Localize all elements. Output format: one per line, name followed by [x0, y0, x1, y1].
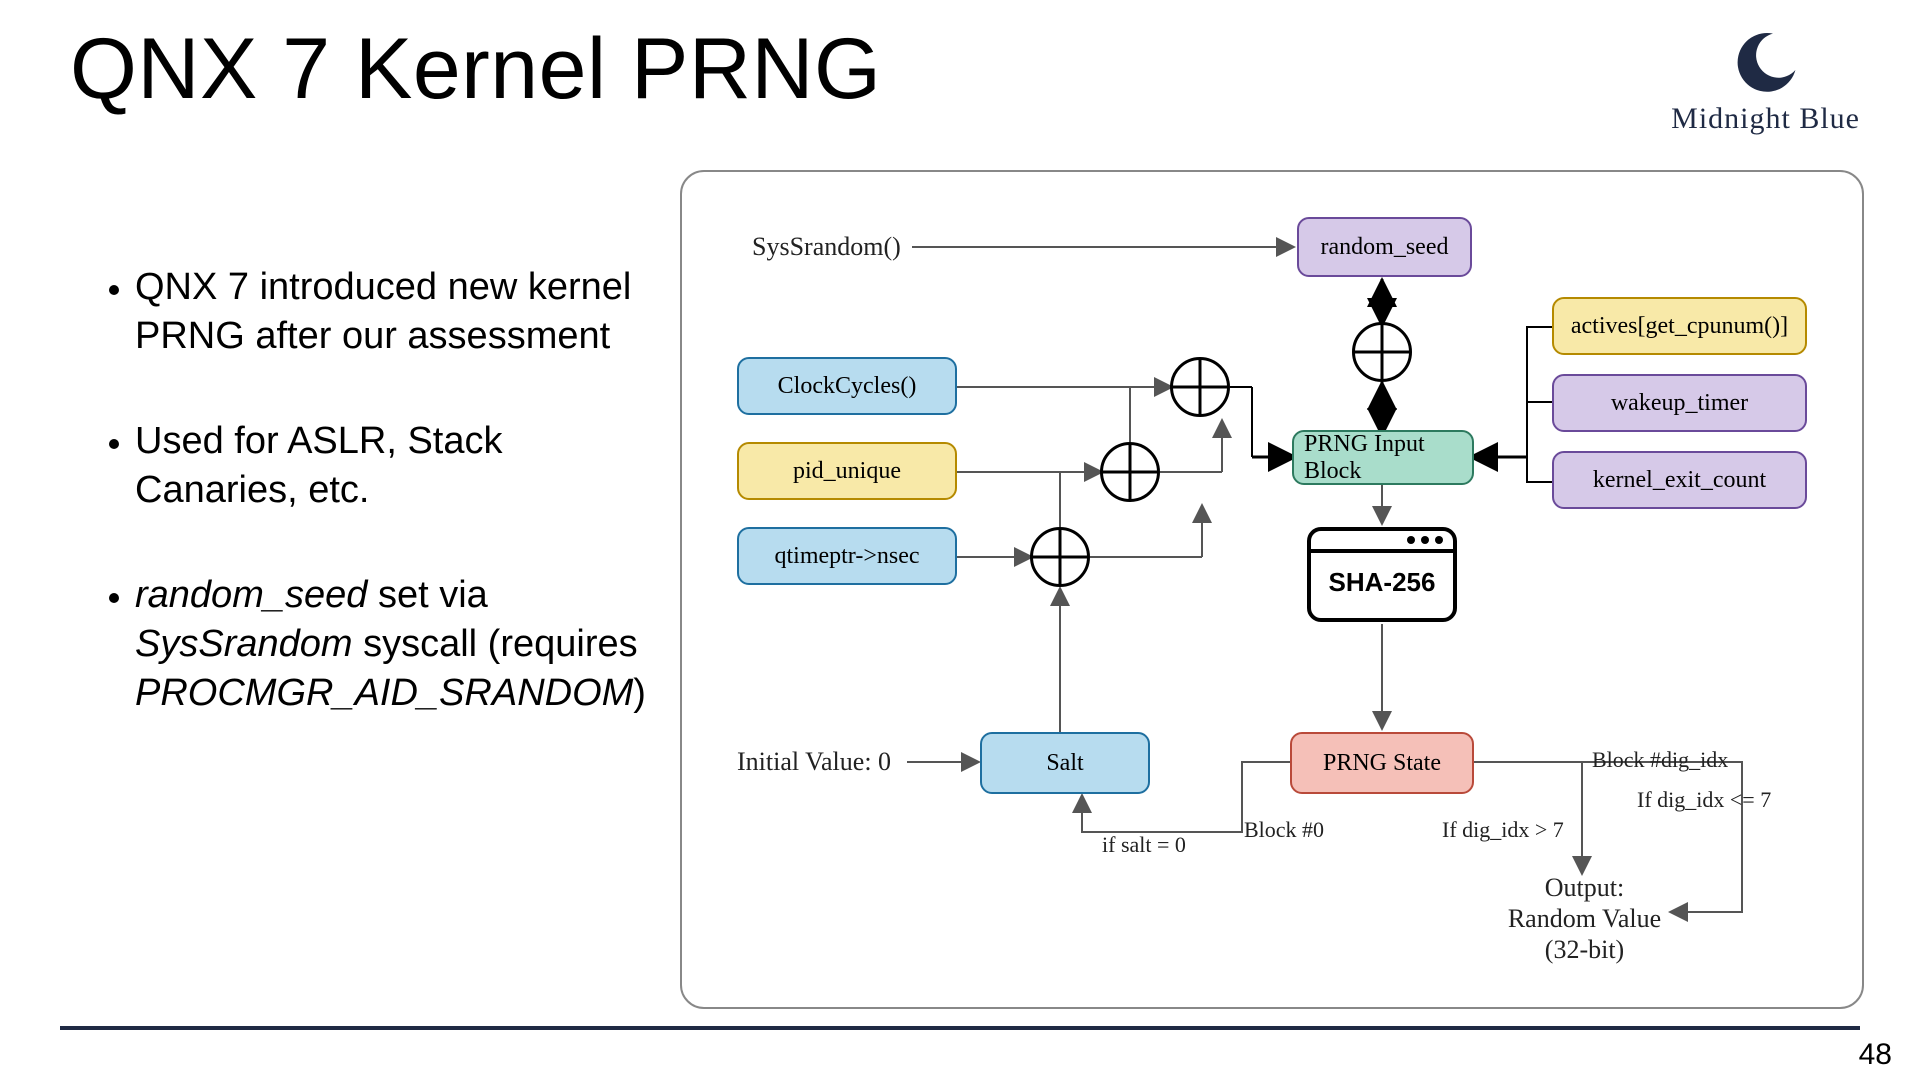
clockcycles-box: ClockCycles(): [737, 357, 957, 415]
moon-icon: [1731, 28, 1801, 98]
prng-state-box: PRNG State: [1290, 732, 1474, 794]
page-number: 48: [1859, 1038, 1892, 1072]
xor-1: [1170, 357, 1230, 417]
bullet-1: QNX 7 introduced new kernel PRNG after o…: [135, 263, 655, 362]
random-seed-box: random_seed: [1297, 217, 1472, 277]
xor-top: [1352, 322, 1412, 382]
pid-unique-box: pid_unique: [737, 442, 957, 500]
bullet-list: QNX 7 introduced new kernel PRNG after o…: [95, 263, 655, 774]
slide: QNX 7 Kernel PRNG Midnight Blue QNX 7 in…: [0, 0, 1920, 1080]
bullet-3: random_seed set via SysSrandom syscall (…: [135, 571, 655, 719]
initial-value-label: Initial Value: 0: [737, 747, 891, 777]
if-salt-0-label: if salt = 0: [1102, 832, 1186, 858]
xor-2: [1100, 442, 1160, 502]
sha256-box: SHA-256: [1307, 527, 1457, 622]
actives-box: actives[get_cpunum()]: [1552, 297, 1807, 355]
brand-logo: Midnight Blue: [1671, 28, 1860, 136]
prng-diagram: SysSrandom() random_seed ClockCycles() p…: [680, 170, 1864, 1009]
block-dig-label: Block #dig_idx: [1592, 747, 1728, 773]
output-label: Output: Random Value (32-bit): [1497, 872, 1672, 966]
salt-box: Salt: [980, 732, 1150, 794]
xor-3: [1030, 527, 1090, 587]
brand-name: Midnight Blue: [1671, 102, 1860, 136]
wakeup-box: wakeup_timer: [1552, 374, 1807, 432]
prng-input-box: PRNG Input Block: [1292, 430, 1474, 485]
dig-le7-label: If dig_idx <= 7: [1637, 787, 1771, 813]
slide-title: QNX 7 Kernel PRNG: [70, 20, 881, 119]
kexit-box: kernel_exit_count: [1552, 451, 1807, 509]
qtimeptr-box: qtimeptr->nsec: [737, 527, 957, 585]
syssrandom-label: SysSrandom(): [752, 232, 901, 262]
bullet-2: Used for ASLR, Stack Canaries, etc.: [135, 417, 655, 516]
footer-rule: [60, 1026, 1860, 1030]
block0-label: Block #0: [1244, 817, 1324, 843]
dig-gt7-label: If dig_idx > 7: [1442, 817, 1564, 843]
